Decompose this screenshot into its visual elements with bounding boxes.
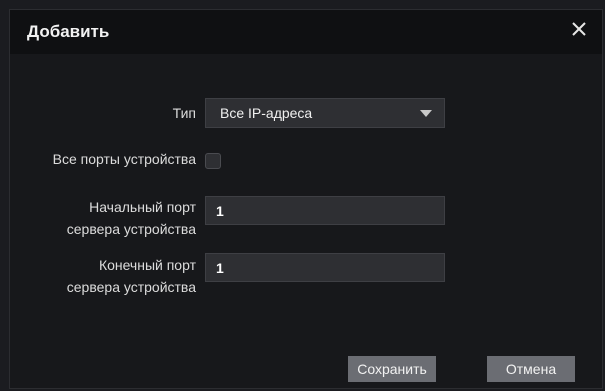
end-port-label-line1: Конечный порт <box>98 257 196 273</box>
start-port-input[interactable] <box>205 196 445 225</box>
start-port-label: Начальный порт сервера устройства <box>67 196 196 240</box>
start-port-label-line1: Начальный порт <box>89 199 196 215</box>
dialog-titlebar: Добавить <box>10 10 602 54</box>
close-icon[interactable] <box>566 16 592 42</box>
all-ports-label: Все порты устройства <box>52 151 196 167</box>
start-port-label-line2: сервера устройства <box>66 221 196 237</box>
cancel-button[interactable]: Отмена <box>487 356 575 382</box>
end-port-label: Конечный порт сервера устройства <box>67 254 196 298</box>
end-port-label-line2: сервера устройства <box>66 279 196 295</box>
type-select-value: Все IP-адреса <box>220 105 313 121</box>
type-select[interactable]: Все IP-адреса <box>205 98 445 128</box>
all-ports-checkbox[interactable] <box>205 153 221 169</box>
dialog-title: Добавить <box>27 22 110 41</box>
add-dialog: Добавить Тип Все IP-адреса Все порты уст… <box>9 9 603 389</box>
chevron-down-icon <box>420 110 432 117</box>
end-port-input[interactable] <box>205 253 445 282</box>
type-label: Тип <box>172 105 196 121</box>
save-button[interactable]: Сохранить <box>348 356 436 382</box>
